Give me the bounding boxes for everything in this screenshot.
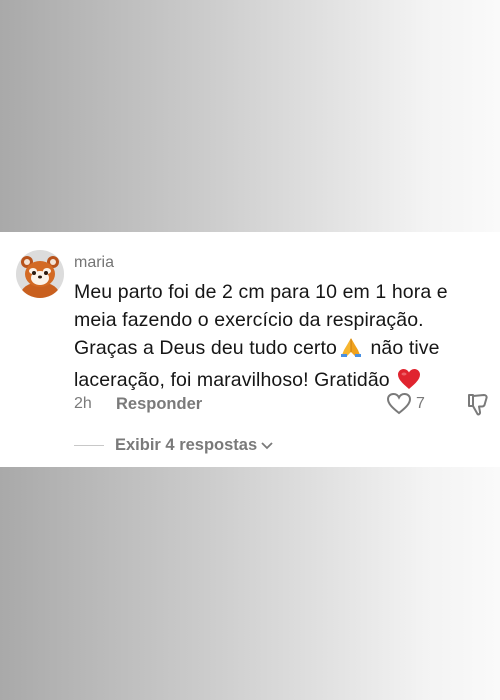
comment-line-2: meia fazendo o exercício da respiração. [74, 309, 424, 331]
comment-timestamp: 2h [74, 395, 92, 412]
view-replies-button[interactable]: Exibir 4 respostas [115, 436, 273, 455]
comment-line-3b: não tive [364, 337, 440, 359]
comment-line-1: Meu parto foi de 2 cm para 10 em 1 hora … [74, 281, 448, 303]
comment-line-3a: Graças a Deus deu tudo certo [74, 337, 337, 359]
replies-divider [74, 445, 104, 446]
reply-button[interactable]: Responder [116, 395, 202, 414]
folded-hands-emoji-icon [339, 336, 363, 366]
chevron-down-icon [261, 441, 273, 449]
view-replies-label: Exibir 4 respostas [115, 436, 258, 454]
comment-username[interactable]: maria [74, 254, 114, 272]
like-count: 7 [416, 395, 425, 412]
dislike-thumbs-down-icon[interactable] [465, 392, 491, 423]
background-top [0, 0, 500, 232]
background-bottom [0, 467, 500, 700]
red-panda-avatar-icon [16, 250, 64, 298]
user-avatar[interactable] [16, 250, 64, 298]
comment-card: maria Meu parto foi de 2 cm para 10 em 1… [0, 232, 500, 467]
comment-text: Meu parto foi de 2 cm para 10 em 1 hora … [74, 278, 484, 398]
comment-line-4: laceração, foi maravilhoso! Gratidão [74, 369, 396, 391]
like-heart-icon[interactable] [386, 392, 412, 421]
